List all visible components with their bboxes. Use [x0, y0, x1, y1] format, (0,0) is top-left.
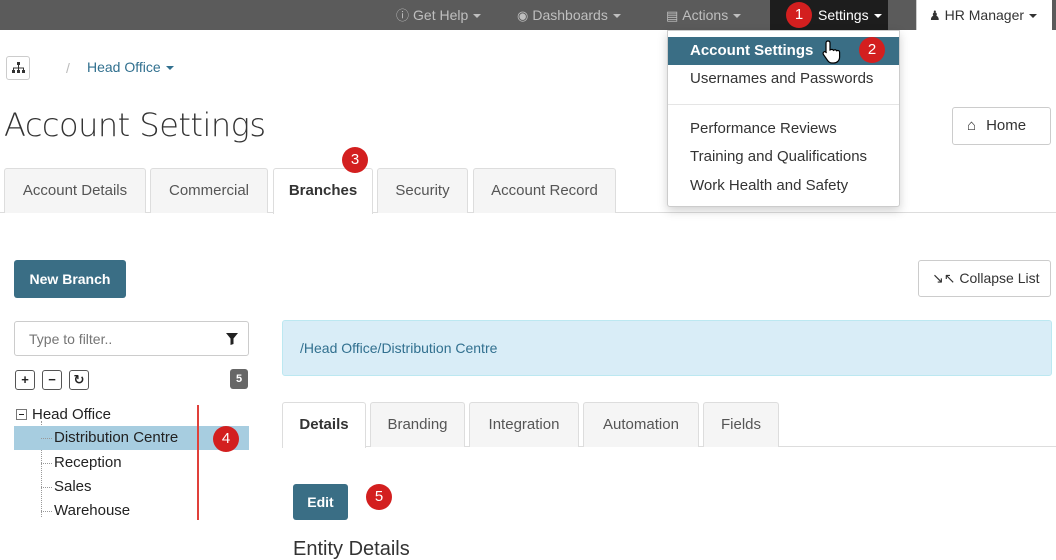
sitemap-button[interactable]: [6, 56, 30, 80]
tab-branches[interactable]: Branches: [273, 168, 373, 214]
branch-path: /Head Office/Distribution Centre: [282, 320, 1052, 376]
subtab-automation[interactable]: Automation: [583, 402, 699, 447]
settings-label: Settings: [818, 7, 869, 23]
get-help-menu[interactable]: ⓘ Get Help: [396, 0, 482, 30]
sitemap-icon: [12, 62, 25, 73]
expand-all-button[interactable]: +: [15, 370, 35, 390]
breadcrumb-separator: /: [66, 60, 70, 76]
caret-down-icon: [733, 14, 742, 19]
refresh-button[interactable]: ↻: [69, 370, 89, 390]
home-button[interactable]: ⌂ Home: [952, 107, 1051, 145]
subtab-branding[interactable]: Branding: [370, 402, 465, 447]
user-menu[interactable]: ♟ HR Manager: [916, 0, 1052, 30]
step-marker-4: 4: [213, 426, 239, 452]
actions-label: Actions: [682, 7, 729, 23]
home-label: Home: [986, 117, 1027, 134]
tab-security[interactable]: Security: [377, 168, 468, 213]
refresh-icon: ↻: [73, 372, 85, 387]
tab-account-details[interactable]: Account Details: [4, 168, 146, 213]
step-marker-1: 1: [786, 2, 812, 28]
step-marker-5: 5: [366, 484, 392, 510]
collapse-label: Collapse List: [959, 270, 1040, 286]
caret-down-icon: [165, 66, 174, 71]
menu-item-work-health-safety[interactable]: Work Health and Safety: [668, 172, 899, 200]
user-icon: ♟: [929, 8, 941, 23]
tree-connector: [41, 487, 52, 488]
collapse-list-button[interactable]: ↘↖ Collapse List: [918, 260, 1051, 297]
tree-filter: [14, 321, 249, 356]
breadcrumb-label: Head Office: [87, 59, 161, 75]
user-label: HR Manager: [944, 7, 1025, 23]
branch-count-badge: 5: [230, 369, 248, 389]
collapse-node-icon[interactable]: [16, 409, 27, 420]
page-title: Account Settings: [4, 106, 266, 144]
subtab-fields[interactable]: Fields: [703, 402, 779, 447]
dashboards-menu[interactable]: ◉ Dashboards: [517, 0, 621, 30]
caret-down-icon: [612, 14, 621, 19]
dashboards-label: Dashboards: [532, 7, 608, 23]
annotation-line: [197, 405, 199, 520]
tree-node-label: Head Office: [32, 406, 111, 423]
caret-down-icon: [873, 14, 882, 19]
help-icon: ⓘ: [396, 8, 410, 23]
edit-button[interactable]: Edit: [293, 484, 348, 520]
hand-cursor-icon: [822, 40, 841, 64]
tab-account-record[interactable]: Account Record: [473, 168, 616, 213]
menu-item-training-qualifications[interactable]: Training and Qualifications: [668, 143, 899, 171]
compress-icon: ↘↖: [932, 270, 956, 286]
tab-commercial[interactable]: Commercial: [150, 168, 268, 213]
menu-item-performance-reviews[interactable]: Performance Reviews: [668, 115, 899, 143]
tree-node-head-office[interactable]: Head Office: [14, 404, 194, 426]
new-branch-button[interactable]: New Branch: [14, 260, 126, 298]
list-icon: ▤: [666, 8, 679, 23]
step-marker-3: 3: [342, 147, 368, 173]
tree-connector: [41, 511, 52, 512]
entity-details-heading: Entity Details: [293, 538, 410, 560]
dashboard-icon: ◉: [517, 8, 529, 23]
caret-down-icon: [1029, 14, 1038, 19]
home-icon: ⌂: [967, 117, 977, 134]
breadcrumb-head-office[interactable]: Head Office: [87, 59, 174, 75]
top-navbar: ⓘ Get Help ◉ Dashboards ▤ Actions Settings …: [0, 0, 1056, 30]
tree-connector: [41, 463, 52, 464]
subtab-details[interactable]: Details: [282, 402, 366, 448]
get-help-label: Get Help: [413, 7, 469, 23]
filter-icon[interactable]: [226, 333, 238, 345]
subtab-integration[interactable]: Integration: [469, 402, 579, 447]
caret-down-icon: [473, 14, 482, 19]
tree-connector: [41, 438, 52, 439]
menu-divider: [668, 104, 899, 105]
step-marker-2: 2: [859, 37, 885, 63]
tree-filter-input[interactable]: [15, 322, 205, 355]
collapse-all-button[interactable]: −: [42, 370, 62, 390]
menu-item-usernames-passwords[interactable]: Usernames and Passwords: [668, 65, 899, 93]
actions-menu[interactable]: ▤ Actions: [666, 0, 742, 30]
